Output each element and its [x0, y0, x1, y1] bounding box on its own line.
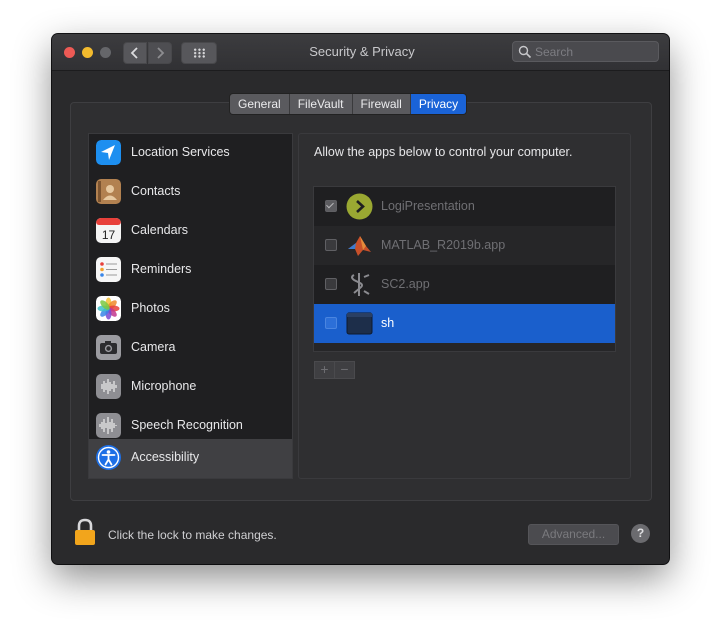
window-title: Security & Privacy — [309, 44, 415, 59]
chevron-right-icon — [157, 47, 165, 59]
app-row-sh[interactable]: sh — [314, 304, 615, 343]
app-checkbox[interactable] — [325, 278, 337, 290]
lock-icon[interactable] — [74, 518, 96, 546]
add-remove-controls: + − — [314, 361, 355, 379]
sidebar-item-label: Camera — [131, 340, 176, 354]
add-app-button[interactable]: + — [314, 361, 335, 379]
app-name: sh — [381, 316, 395, 330]
sidebar-item-label: Photos — [131, 301, 170, 315]
generic-app-icon — [346, 349, 373, 352]
zoom-window-button[interactable] — [100, 47, 111, 58]
camera-icon — [96, 335, 121, 360]
sidebar-item-label: Location Services — [131, 145, 230, 159]
sidebar-item-label: Calendars — [131, 223, 188, 237]
app-row-matlab[interactable]: MATLAB_R2019b.app — [314, 226, 615, 265]
sidebar-item-reminders[interactable]: Reminders — [89, 251, 292, 290]
tab-general[interactable]: General — [230, 94, 290, 114]
sidebar-item-microphone[interactable]: Microphone — [89, 368, 292, 407]
app-name: MATLAB_R2019b.app — [381, 238, 506, 252]
microphone-waveform-icon — [96, 374, 121, 399]
sidebar-item-photos[interactable]: Photos — [89, 290, 292, 329]
chevron-left-icon — [130, 47, 138, 59]
close-window-button[interactable] — [64, 47, 75, 58]
search-icon — [518, 45, 532, 59]
photos-flower-icon — [96, 296, 121, 321]
app-checkbox[interactable] — [325, 200, 337, 212]
lock-instruction-text: Click the lock to make changes. — [108, 528, 277, 542]
terminal-exec-icon — [346, 312, 373, 335]
tab-bar: General FileVault Firewall Privacy — [229, 93, 468, 115]
tab-firewall[interactable]: Firewall — [352, 94, 411, 114]
app-checkbox[interactable] — [325, 239, 337, 251]
location-arrow-icon — [96, 140, 121, 165]
accessibility-icon — [96, 445, 121, 470]
app-list[interactable]: LogiPresentation MATLAB_R2019b.app SC2.a… — [313, 186, 616, 352]
sidebar-item-label: Speech Recognition — [131, 418, 243, 432]
calendar-icon: 17 — [96, 218, 121, 243]
calendar-day-number: 17 — [102, 228, 116, 242]
sidebar-item-label: Reminders — [131, 262, 192, 276]
forward-button[interactable] — [148, 42, 172, 64]
sidebar-item-contacts[interactable]: Contacts — [89, 173, 292, 212]
sidebar-item-label: Accessibility — [131, 450, 200, 464]
sidebar-item-location-services[interactable]: Location Services — [89, 134, 292, 173]
logi-presentation-icon — [346, 193, 373, 220]
app-row-sc2[interactable]: SC2.app — [314, 265, 615, 304]
show-all-button[interactable] — [181, 42, 217, 64]
back-button[interactable] — [123, 42, 147, 64]
app-name: SC2.app — [381, 277, 430, 291]
minimize-window-button[interactable] — [82, 47, 93, 58]
title-bar: Security & Privacy — [52, 34, 669, 71]
app-name: LogiPresentation — [381, 199, 475, 213]
search-field[interactable] — [512, 41, 659, 62]
sidebar-item-label: Microphone — [131, 379, 197, 393]
advanced-button[interactable]: Advanced... — [528, 524, 619, 545]
speech-waveform-icon — [96, 413, 121, 438]
privacy-category-list: Location Services Contacts 17 Calendars … — [88, 133, 293, 479]
app-checkbox[interactable] — [325, 317, 337, 329]
app-row-partial[interactable] — [314, 343, 615, 352]
sidebar-item-accessibility[interactable]: Accessibility — [89, 439, 292, 478]
remove-app-button[interactable]: − — [335, 361, 355, 379]
matlab-icon — [348, 236, 371, 256]
security-privacy-window: Security & Privacy General FileVault Fir… — [52, 34, 669, 564]
search-input[interactable] — [535, 43, 653, 60]
sidebar-item-label: Contacts — [131, 184, 181, 198]
contacts-book-icon — [96, 179, 121, 204]
tab-privacy[interactable]: Privacy — [410, 94, 467, 114]
sidebar-item-camera[interactable]: Camera — [89, 329, 292, 368]
grid-icon — [192, 48, 206, 58]
help-button[interactable]: ? — [631, 524, 650, 543]
tab-filevault[interactable]: FileVault — [289, 94, 353, 114]
reminders-list-icon — [96, 257, 121, 282]
app-row-logipresentation[interactable]: LogiPresentation — [314, 187, 615, 226]
sc2-icon — [351, 273, 370, 296]
sidebar-item-calendars[interactable]: 17 Calendars — [89, 212, 292, 251]
allow-apps-description: Allow the apps below to control your com… — [314, 145, 573, 159]
